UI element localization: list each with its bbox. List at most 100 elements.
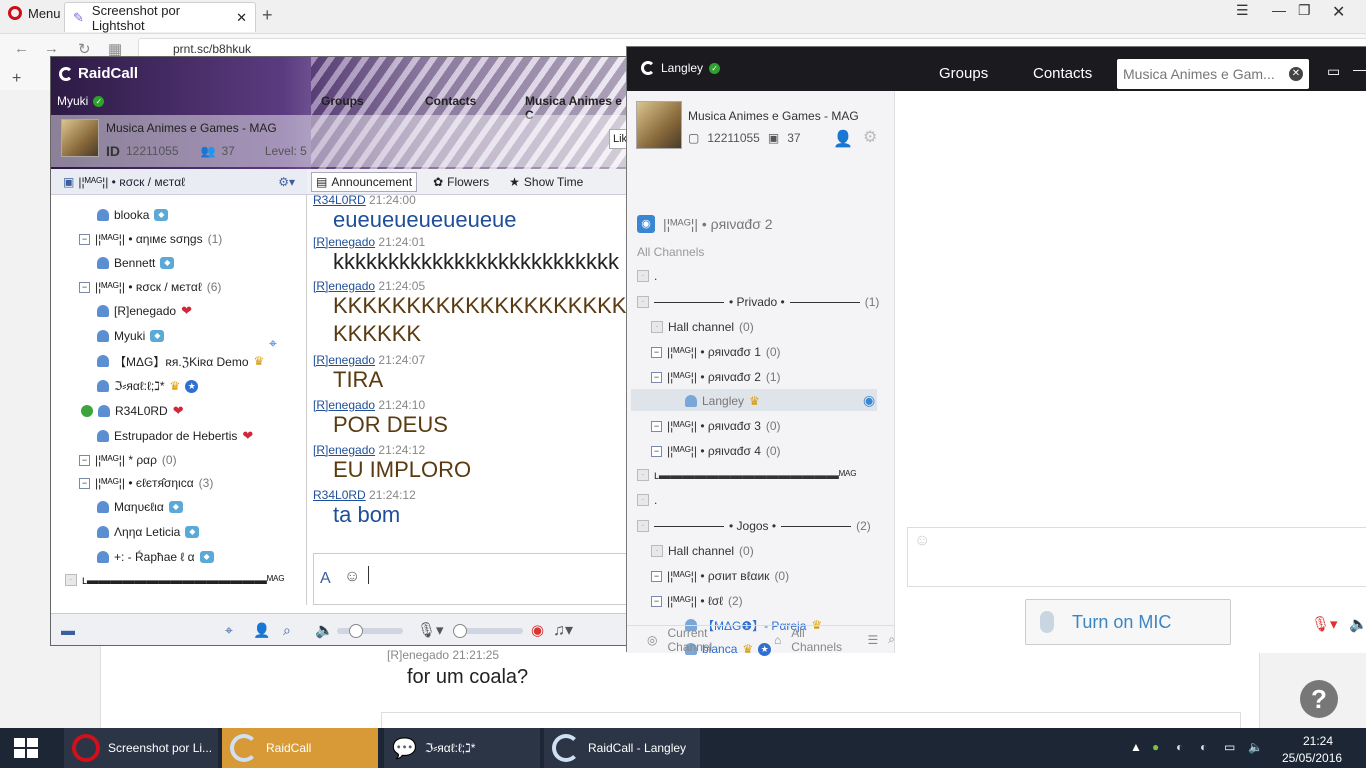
collapse-icon[interactable]: − <box>651 570 662 582</box>
sender-name[interactable]: [R]enegado <box>313 443 375 457</box>
flowers-button[interactable]: ✿ Flowers <box>429 173 493 191</box>
sender-name[interactable]: [R]enegado <box>313 398 375 412</box>
new-tab-button[interactable]: + <box>262 5 273 26</box>
collapse-icon[interactable]: ▬ <box>61 622 75 638</box>
add-bookmark-icon[interactable]: + <box>12 70 21 88</box>
tray-expand-icon[interactable]: ▲ <box>1130 740 1142 754</box>
channel-row[interactable]: − |¦ᴹᴬᴳ¦| * ραρ (0) <box>79 450 177 470</box>
collapse-icon[interactable]: − <box>79 233 90 245</box>
channel-row[interactable]: · Hall channel (0) <box>651 540 754 562</box>
tray-raidcall-icon[interactable]: ◐ <box>1176 740 1183 754</box>
current-channel-button[interactable]: Current Channel <box>667 626 754 654</box>
mic-settings-icon[interactable]: 🎙▾ <box>1311 615 1338 633</box>
opera-menu-button[interactable]: Menu <box>0 0 69 26</box>
music-icon[interactable]: ♫▾ <box>553 620 573 640</box>
channel-row[interactable]: · Hall channel (0) <box>651 316 754 338</box>
taskbar-chat[interactable]: 💬 ℑ⸗яαℓ:ℓ;ℷ* <box>384 728 540 768</box>
back-icon[interactable]: ← <box>14 40 29 57</box>
close-window-button[interactable]: ✕ <box>1332 2 1345 22</box>
location-icon[interactable]: ⌖ <box>225 622 233 639</box>
channel-row[interactable]: · • Jogos • (2) <box>637 515 871 537</box>
langley-chat-input[interactable]: ☺ <box>907 527 1366 587</box>
clock[interactable]: 21:24 <box>1298 734 1338 748</box>
user-row[interactable]: R34L0RD ❤ <box>81 401 184 421</box>
location-pin-icon[interactable]: ⌖ <box>269 335 277 352</box>
collapse-icon[interactable]: − <box>651 371 662 383</box>
sender-name[interactable]: [R]enegado <box>313 235 375 249</box>
collapse-icon[interactable]: − <box>651 346 662 358</box>
channel-row[interactable]: − |¦ᴹᴬᴳ¦| • ʀσcк / мєтαℓ (6) <box>79 277 221 297</box>
channel-settings-icon[interactable]: ⚙▾ <box>278 175 295 189</box>
user-row[interactable]: Myuki ◆ <box>97 326 165 346</box>
user-row[interactable]: Ληηα Leticia ◆ <box>97 522 200 542</box>
emoji-icon[interactable]: ☺ <box>914 532 930 550</box>
network-icon[interactable]: ▭ <box>1224 740 1235 754</box>
user-row[interactable]: 【MΔG】ʀя.ℨKiʀα Demo ♛ <box>97 351 264 371</box>
sender-name[interactable]: [R]enegado <box>313 279 375 293</box>
langley-nav-groups[interactable]: Groups <box>939 65 988 82</box>
minimize-icon[interactable]: — <box>1353 61 1366 77</box>
nav-contacts[interactable]: Contacts <box>425 94 476 108</box>
taskbar-opera[interactable]: Screenshot por Li... <box>64 728 218 768</box>
show-time-button[interactable]: ★ Show Time <box>505 173 587 191</box>
font-icon[interactable]: A <box>320 570 331 588</box>
user-row[interactable]: ℑ⸗яαℓ:ℓ;ℷ* ♛ ★ <box>97 376 199 396</box>
location-pin-icon[interactable]: ◉ <box>863 392 875 409</box>
channel-row[interactable]: ·. <box>637 489 657 511</box>
browser-tab[interactable]: ✎ Screenshot por Lightshot ✕ <box>64 2 256 33</box>
channel-row[interactable]: − |¦ᴹᴬᴳ¦| • ρяιναđσ 1 (0) <box>651 341 781 363</box>
channel-row[interactable]: ·. <box>637 265 657 287</box>
chat-input[interactable]: A ☺ <box>313 553 629 605</box>
volume-knob[interactable] <box>349 624 363 638</box>
channel-row[interactable]: − |¦ᴹᴬᴳ¦| • ρяιναđσ 3 (0) <box>651 415 781 437</box>
langley-user[interactable]: Langley ✓ <box>641 61 721 75</box>
close-tab-icon[interactable]: ✕ <box>1289 67 1303 81</box>
search-icon[interactable]: ⌕ <box>888 632 895 647</box>
collapse-icon[interactable]: − <box>79 454 90 466</box>
speaker-icon[interactable]: 🔈 <box>1349 615 1366 633</box>
all-channels-button[interactable]: All Channels <box>791 626 857 654</box>
speaker-icon[interactable]: 🔈 <box>315 621 334 639</box>
channel-row[interactable]: − |¦ᴹᴬᴳ¦| • ℓσℓ (2) <box>651 590 743 612</box>
nav-groups[interactable]: Groups <box>321 94 364 108</box>
user-row[interactable]: Estrupador de Hebertis ❤ <box>97 426 253 446</box>
collapse-icon[interactable]: − <box>79 281 90 293</box>
user-row[interactable]: Мαηυєℓια ◆ <box>97 497 183 517</box>
taskbar-raidcall[interactable]: RaidCall <box>222 728 378 768</box>
tray-raidcall-icon-2[interactable]: ◐ <box>1200 740 1207 754</box>
list-icon[interactable]: ☰ <box>868 633 879 647</box>
collapse-icon[interactable]: − <box>651 445 662 457</box>
sender-name[interactable]: [R]enegado <box>313 353 375 367</box>
collapse-icon[interactable]: − <box>79 477 90 489</box>
mic-knob[interactable] <box>453 624 467 638</box>
turn-on-mic-button[interactable]: Turn on MIC <box>1025 599 1231 645</box>
expand-icon[interactable]: · <box>65 574 77 586</box>
record-icon[interactable]: ◉ <box>531 621 544 639</box>
volume-slider[interactable] <box>337 628 403 634</box>
windows-start-icon[interactable] <box>14 738 38 758</box>
sender-name[interactable]: R34L0RD <box>313 488 366 502</box>
tab-menu-icon[interactable]: ☰ <box>1236 2 1249 19</box>
window-menu-icon[interactable]: ▭ <box>1327 63 1340 80</box>
minimize-button[interactable]: — <box>1272 2 1286 18</box>
emoji-icon[interactable]: ☺ <box>344 568 360 586</box>
tray-app-icon[interactable]: ● <box>1152 740 1159 754</box>
user-icon[interactable]: 👤 <box>253 622 270 639</box>
langley-nav-contacts[interactable]: Contacts <box>1033 65 1092 82</box>
channel-row[interactable]: · • Privado • (1) <box>637 291 879 313</box>
user-row[interactable]: blooka ◆ <box>97 205 169 225</box>
channel-row[interactable]: − |¦ᴹᴬᴳ¦| • ρяιναđσ 2 (1) <box>651 366 781 388</box>
user-row[interactable]: +: - Ŕapħae ℓ α ◆ <box>97 547 214 567</box>
user-row[interactable]: Langley ♛ <box>685 390 760 412</box>
channel-row[interactable]: · ʟ▬▬▬▬▬▬▬▬▬▬▬▬▬▬▬ᴹᴬᴳ <box>637 464 856 486</box>
collapse-icon[interactable]: − <box>651 595 662 607</box>
current-user[interactable]: Myuki ✓ <box>57 94 105 108</box>
sender-name[interactable]: R34L0RD <box>313 195 366 207</box>
langley-group-tab[interactable]: Musica Animes e Gam... ✕ <box>1117 59 1309 89</box>
forward-icon[interactable]: → <box>44 40 59 57</box>
search-icon[interactable]: ⌕ <box>283 622 291 639</box>
channel-row[interactable]: − |¦ᴹᴬᴳ¦| • єℓєтя̂σηιcα (3) <box>79 473 213 493</box>
help-button[interactable]: ? <box>1300 680 1338 718</box>
separator-row[interactable]: · ʟ▬▬▬▬▬▬▬▬▬▬▬▬▬▬▬ᴹᴬᴳ <box>65 570 284 590</box>
announcement-button[interactable]: ▤ Announcement <box>311 171 418 192</box>
